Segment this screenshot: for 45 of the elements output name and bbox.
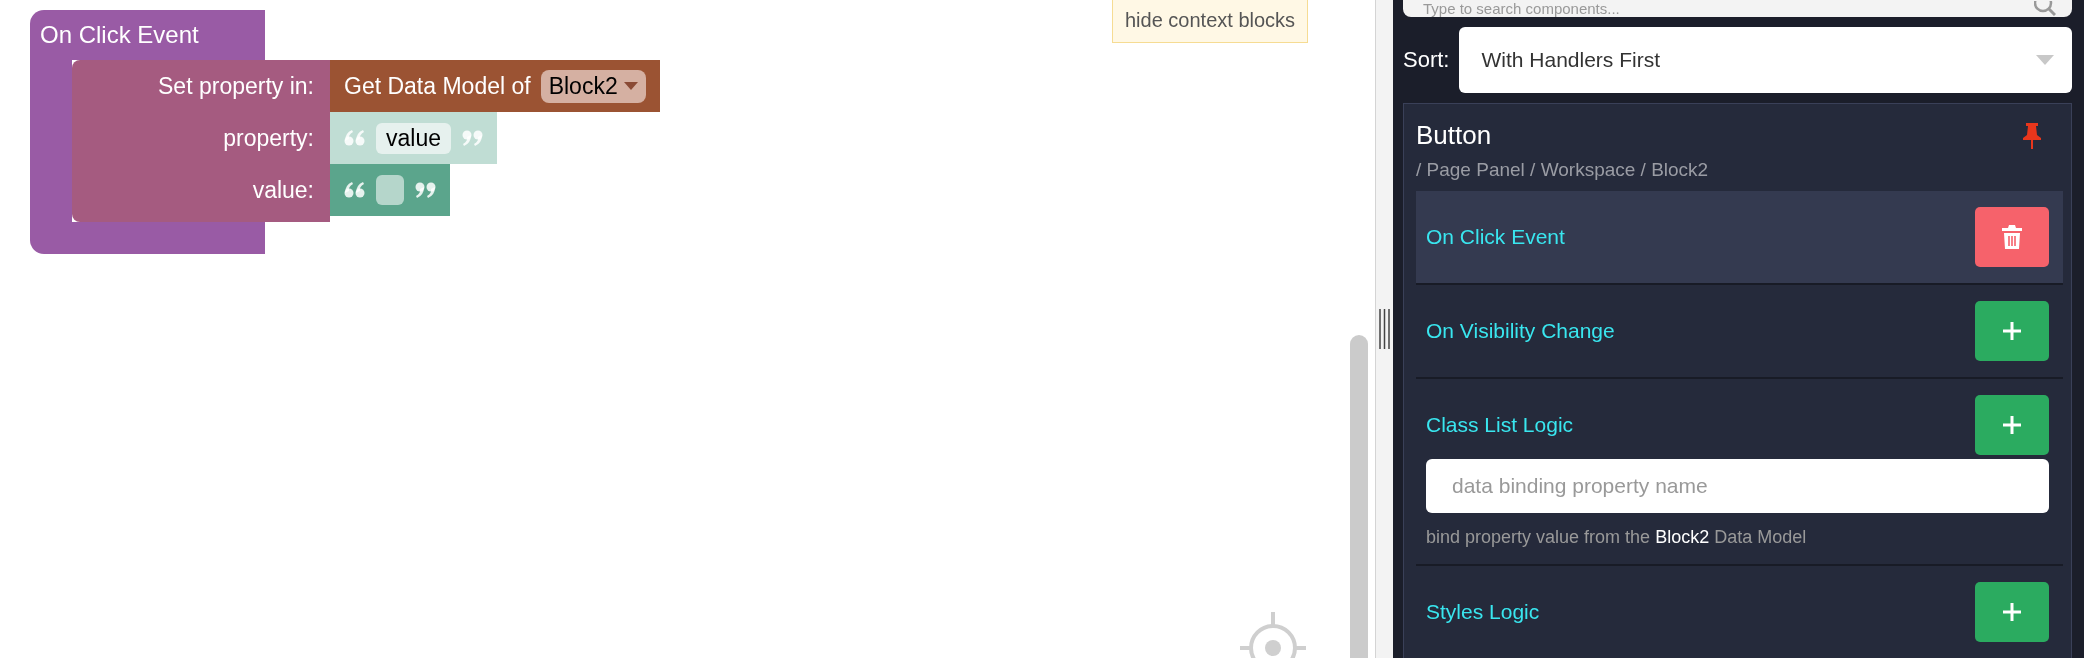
component-path: / Page Panel / Workspace / Block2	[1416, 159, 1710, 181]
handler-label: On Visibility Change	[1426, 319, 1615, 343]
quote-icon	[344, 181, 366, 199]
add-button[interactable]	[1975, 582, 2049, 642]
handler-label: Class List Logic	[1426, 413, 1574, 437]
scrollbar[interactable]	[1350, 335, 1368, 658]
block-dropdown[interactable]: Block2	[540, 69, 646, 103]
hide-context-button[interactable]: hide context blocks	[1112, 0, 1309, 43]
plus-icon	[2002, 415, 2022, 435]
quote-icon	[344, 129, 366, 147]
statement-block[interactable]: Set property in: property: value:	[72, 60, 330, 222]
pin-icon[interactable]	[2023, 122, 2041, 149]
handler-item[interactable]: Styles Logic	[1416, 566, 2063, 658]
delete-button[interactable]	[1975, 207, 2049, 267]
text-block[interactable]: value	[330, 112, 497, 164]
add-button[interactable]	[1975, 395, 2049, 455]
caret-icon	[2036, 55, 2054, 65]
event-block-header[interactable]: On Click Event	[30, 10, 265, 60]
handler-item[interactable]: On Visibility Change	[1416, 285, 2063, 379]
input-label: property:	[222, 123, 315, 153]
splitter-handle-icon[interactable]	[1379, 309, 1390, 349]
text-block[interactable]	[330, 164, 450, 216]
quote-icon	[414, 181, 436, 199]
add-button[interactable]	[1975, 301, 2049, 361]
block-label: Get Data Model of	[344, 72, 531, 100]
input-label: value:	[251, 175, 315, 205]
crosshair-icon[interactable]	[1240, 610, 1306, 658]
sort-label: Sort:	[1403, 47, 1450, 73]
help-text: bind property value from the Block2 Data Model	[1426, 526, 1808, 549]
handler-item[interactable]: Class List Logic data binding property name bind property value from the Block2 Data Model	[1416, 379, 2063, 566]
component-title: Button	[1416, 120, 1492, 151]
search-icon	[2034, 0, 2056, 17]
handler-item[interactable]: On Click Event	[1416, 191, 2063, 285]
plus-icon	[2002, 602, 2022, 622]
text-field[interactable]	[376, 175, 404, 205]
plus-icon	[2002, 321, 2022, 341]
data-model-block[interactable]: Get Data Model of Block2	[330, 60, 660, 112]
sort-dropdown[interactable]: With Handlers First	[1459, 27, 2072, 93]
text-field[interactable]: value	[376, 122, 451, 154]
trash-icon	[2002, 225, 2022, 249]
quote-icon	[461, 129, 483, 147]
input-label: Set property in:	[157, 71, 315, 101]
caret-icon	[623, 82, 638, 90]
handler-label: Styles Logic	[1426, 600, 1540, 624]
handler-label: On Click Event	[1426, 225, 1565, 249]
